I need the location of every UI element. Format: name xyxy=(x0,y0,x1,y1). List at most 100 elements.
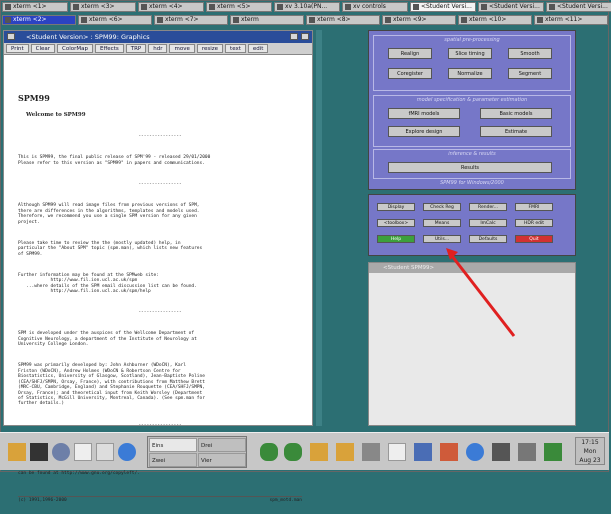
doc-footer: (c) 1991,1996-2000 spm_motd.man xyxy=(18,496,302,503)
close-icon[interactable] xyxy=(301,33,309,40)
task-button[interactable]: <Student Versi... xyxy=(410,2,476,12)
task-button[interactable]: xterm <3> xyxy=(70,2,136,12)
task-button[interactable]: xterm <7> xyxy=(154,15,228,25)
estimate-button[interactable]: Estimate xyxy=(480,126,552,137)
pager-desktop-2[interactable]: Zwei xyxy=(149,453,197,467)
network-icon[interactable] xyxy=(544,443,562,461)
turtle-icon[interactable] xyxy=(260,443,278,461)
coregister-button[interactable]: Coregister xyxy=(388,68,432,79)
file-manager-icon[interactable] xyxy=(414,443,432,461)
spm-utility-panel: Display Check Reg Render... FMRI <toolbo… xyxy=(368,194,576,256)
interactive-window-title[interactable]: <Student SPM99> xyxy=(369,263,575,273)
bug-icon[interactable] xyxy=(284,443,302,461)
task-label: xv 3.10a(PN... xyxy=(285,3,328,10)
task-button[interactable]: xterm <4> xyxy=(138,2,204,12)
menu-resize-button[interactable]: resize xyxy=(196,44,224,53)
fmri-models-button[interactable]: fMRI models xyxy=(388,108,460,119)
minimize-icon[interactable] xyxy=(290,33,298,40)
explore-design-button[interactable]: Explore design xyxy=(388,126,460,137)
check-reg-button[interactable]: Check Reg xyxy=(423,203,461,211)
task-button[interactable]: xv 3.10a(PN... xyxy=(274,2,340,12)
task-button[interactable]: xterm <5> xyxy=(206,2,272,12)
defaults-button[interactable]: Defaults xyxy=(469,235,507,243)
globe-icon[interactable] xyxy=(118,443,136,461)
home-icon[interactable] xyxy=(8,443,26,461)
realign-button[interactable]: Realign xyxy=(388,48,432,59)
task-button[interactable]: <Student Versi... xyxy=(478,2,544,12)
task-label: xterm <8> xyxy=(317,16,351,23)
task-button[interactable]: <Student Versi... xyxy=(546,2,611,12)
task-label: xterm <11> xyxy=(545,16,583,23)
volume-icon[interactable] xyxy=(518,443,536,461)
means-button[interactable]: Means xyxy=(423,219,461,227)
kde-menu-icon[interactable] xyxy=(52,443,70,461)
menu-colormap-button[interactable]: ColorMap xyxy=(57,44,94,53)
toolbox-select[interactable]: <toolbox> xyxy=(377,219,415,227)
task-button[interactable]: xterm <2> xyxy=(2,15,76,25)
close-window-icon[interactable] xyxy=(310,443,328,461)
window-icon xyxy=(413,4,419,10)
preprocessing-group: spatial pre-processing Realign Slice tim… xyxy=(373,35,571,91)
doc-paragraph: Further information may be found at the … xyxy=(18,272,197,294)
quit-button[interactable]: Quit xyxy=(515,235,553,243)
imcalc-button[interactable]: ImCalc xyxy=(469,219,507,227)
mail-icon[interactable] xyxy=(388,443,406,461)
results-button[interactable]: Results xyxy=(388,162,552,173)
slice-timing-button[interactable]: Slice timing xyxy=(448,48,492,59)
window-icon xyxy=(537,17,543,23)
task-button[interactable]: xterm <6> xyxy=(78,15,152,25)
pager-desktop-3[interactable]: Drei xyxy=(198,438,246,452)
menu-move-button[interactable]: move xyxy=(169,44,195,53)
display-button[interactable]: Display xyxy=(377,203,415,211)
pager-desktop-1[interactable]: Eins xyxy=(149,438,197,452)
task-label: xterm <5> xyxy=(217,3,251,10)
terminal-icon[interactable] xyxy=(30,443,48,461)
window-menu-icon[interactable] xyxy=(7,33,15,40)
render-button[interactable]: Render... xyxy=(469,203,507,211)
task-button[interactable]: xterm <8> xyxy=(306,15,380,25)
smooth-button[interactable]: Smooth xyxy=(508,48,552,59)
task-label: <Student Versi... xyxy=(489,3,540,10)
task-button[interactable]: xterm <10> xyxy=(458,15,532,25)
world-icon[interactable] xyxy=(466,443,484,461)
window-icon xyxy=(5,4,11,10)
window-title-bar[interactable]: <Student Version> : SPM99: Graphics xyxy=(4,31,312,43)
window-icon xyxy=(345,4,351,10)
task-label: <Student Versi... xyxy=(421,3,472,10)
menu-edit-button[interactable]: edit xyxy=(247,44,269,53)
task-button[interactable]: xterm <1> xyxy=(2,2,68,12)
hdr-edit-button[interactable]: HDR edit xyxy=(515,219,553,227)
menu-effects-button[interactable]: Effects xyxy=(95,44,124,53)
menu-text-button[interactable]: text xyxy=(225,44,246,53)
color-picker-icon[interactable] xyxy=(440,443,458,461)
menu-print-button[interactable]: Print xyxy=(6,44,29,53)
utils-button[interactable]: Utils... xyxy=(423,235,461,243)
monitor-icon[interactable] xyxy=(492,443,510,461)
task-button[interactable]: xterm <11> xyxy=(534,15,608,25)
doc-separator: ---------------- xyxy=(138,134,182,140)
window-icon xyxy=(233,17,239,23)
menu-clear-button[interactable]: Clear xyxy=(30,44,56,53)
window-icon xyxy=(209,4,215,10)
task-label: <Student Versi... xyxy=(557,3,608,10)
preprocessing-label: spatial pre-processing xyxy=(444,37,500,43)
clock-day: Mon xyxy=(583,448,597,455)
help-button[interactable]: Help xyxy=(377,235,415,243)
basic-models-button[interactable]: Basic models xyxy=(480,108,552,119)
task-button[interactable]: xterm <9> xyxy=(382,15,456,25)
inference-label: inference & results xyxy=(448,151,496,157)
segment-button[interactable]: Segment xyxy=(508,68,552,79)
printer-icon[interactable] xyxy=(362,443,380,461)
menu-trp-button[interactable]: TRP xyxy=(125,44,147,53)
clock[interactable]: 17:15 Mon Aug 23 xyxy=(575,437,605,465)
task-button[interactable]: xv controls xyxy=(342,2,408,12)
help-icon[interactable] xyxy=(74,443,92,461)
padlock-icon[interactable] xyxy=(336,443,354,461)
task-button[interactable]: xterm xyxy=(230,15,304,25)
pager-desktop-4[interactable]: Vier xyxy=(198,453,246,467)
task-label: xterm <9> xyxy=(393,16,427,23)
menu-hdr-button[interactable]: hdr xyxy=(148,44,168,53)
fmri-select[interactable]: FMRI xyxy=(515,203,553,211)
normalize-button[interactable]: Normalize xyxy=(448,68,492,79)
editor-icon[interactable] xyxy=(96,443,114,461)
